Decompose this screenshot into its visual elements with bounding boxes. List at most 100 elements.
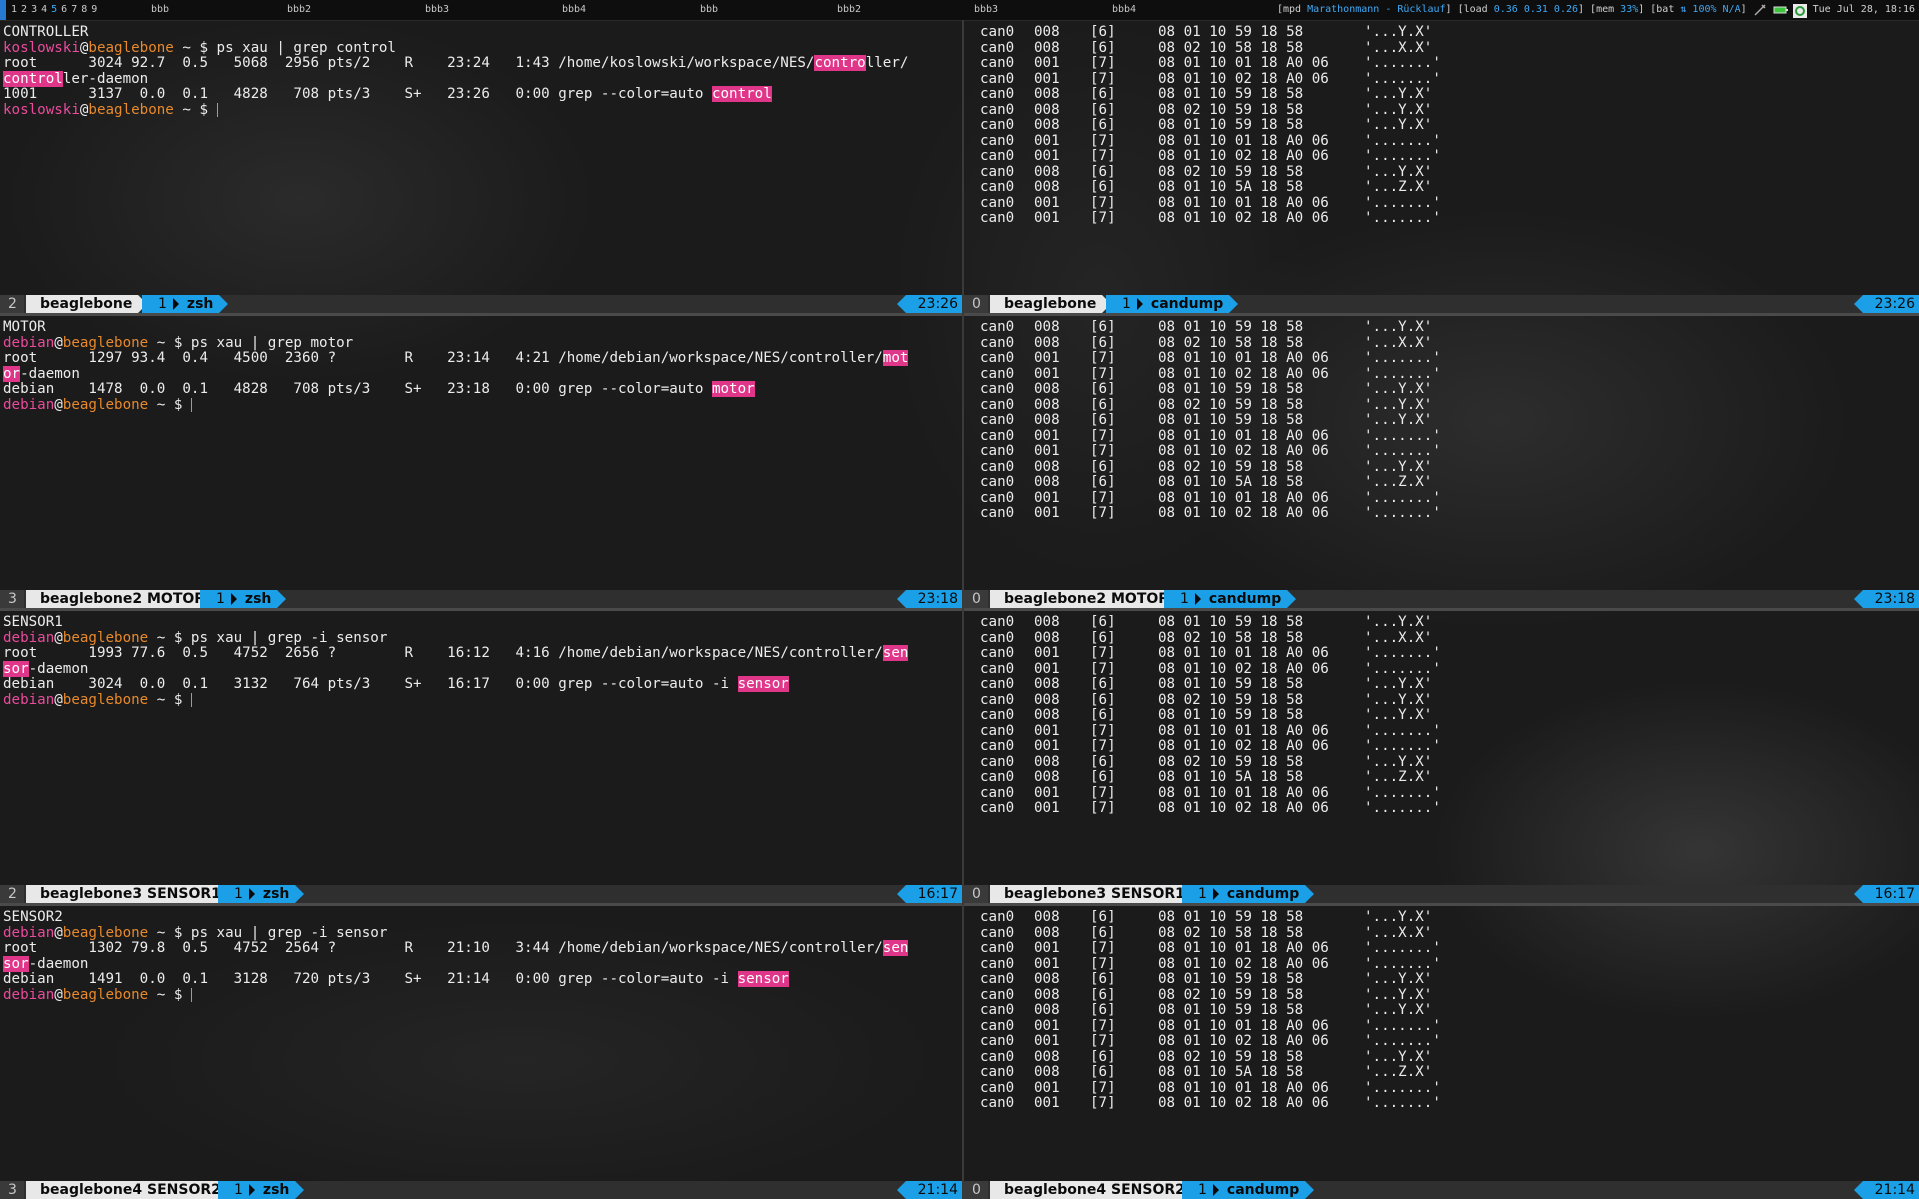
active-output-marker [0,0,6,20]
tmux-window-tab[interactable]: 1 candump [1182,1181,1315,1199]
terminal-pane-motor-candump[interactable]: can0 008 [6] 08 01 10 59 18 58 '...Y.X' can0 0… [964,316,1919,608]
can-data: 08 01 10 59 18 58 [1158,971,1304,987]
window-title[interactable]: bbb3 [974,0,998,20]
can-interface: can0 [980,1017,1015,1034]
window-title[interactable]: bbb2 [837,0,861,20]
terminal-pane-motor-ps[interactable]: MOTOR debian@beaglebone ~ $ ps xau | grep… [0,316,962,608]
can-id: 001 [1034,489,1060,506]
tmux-window-name: zsh [262,886,290,902]
candump-row: can0 001 [7] 08 01 10 01 18 A0 06 '.......' [980,55,1916,72]
workspace-button[interactable]: 8 [79,0,89,20]
terminal-pane-sensor1-ps[interactable]: SENSOR1 debian@beaglebone ~ $ ps xau | gr… [0,611,962,903]
tmux-session-name[interactable]: beaglebone3 SENSOR1 [990,885,1200,903]
terminal-text: ~ $ ps xau | grep motor [148,334,354,351]
grep-match: or [3,365,21,382]
chevron-right-icon [230,593,237,605]
tmux-session-name[interactable]: beaglebone3 SENSOR1 [26,885,236,903]
can-data: 08 01 10 5A 18 58 [1158,1064,1304,1080]
tmux-window-tab[interactable]: 1 zsh [218,1181,305,1199]
tmux-window-index: 1 [234,886,243,902]
tmux-session-name[interactable]: beaglebone2 MOTOR [990,590,1185,608]
can-data: 08 01 10 59 18 58 [1158,412,1304,428]
pane-divider[interactable] [0,313,1919,316]
can-interface: can0 [980,1002,1015,1018]
tmux-status-bar: 2 beaglebone3 SENSOR1 1 zsh 16:17 [0,885,962,903]
can-id: 001 [1034,210,1060,226]
can-id: 008 [1034,24,1060,40]
workspace-button[interactable]: 1 [9,0,19,20]
tmux-session-name[interactable]: beaglebone [26,295,148,313]
can-interface: can0 [980,1064,1015,1080]
window-title[interactable]: bbb [151,0,169,20]
can-data: 08 01 10 02 18 A0 06 [1158,70,1329,87]
can-interface: can0 [980,676,1015,692]
battery-icon[interactable] [1773,4,1788,16]
window-title[interactable]: bbb4 [562,0,586,20]
terminal-pane-sensor2-candump[interactable]: can0 008 [6] 08 01 10 59 18 58 '...Y.X' can0 0… [964,906,1919,1199]
can-interface: can0 [980,194,1015,211]
tmux-window-tab[interactable]: 1 candump [1106,295,1239,313]
window-title[interactable]: bbb [700,0,718,20]
can-data: 08 02 10 59 18 58 [1158,691,1304,708]
mem-value: 33% [1620,4,1639,15]
tmux-session-name[interactable]: beaglebone4 SENSOR2 [990,1181,1200,1199]
terminal-text: CONTROLLER [3,24,89,40]
pane-divider[interactable] [0,608,1919,611]
can-id: 008 [1034,1064,1060,1080]
can-interface: can0 [980,707,1015,723]
tmux-window-tab[interactable]: 1 zsh [200,590,287,608]
pane-divider[interactable] [0,903,1919,906]
can-data: 08 01 10 5A 18 58 [1158,179,1304,195]
can-data: 08 01 10 59 18 58 [1158,676,1304,692]
can-dlc: [6] [1090,334,1116,351]
terminal-pane-sensor2-ps[interactable]: SENSOR2 debian@beaglebone ~ $ ps xau | gr… [0,906,962,1199]
terminal-pane-controller-candump[interactable]: can0 008 [6] 08 01 10 59 18 58 '...Y.X' can0 0… [964,21,1919,313]
workspace-button[interactable]: 6 [59,0,69,20]
tmux-session-name[interactable]: beaglebone [990,295,1112,313]
tmux-session-name[interactable]: beaglebone2 MOTOR [26,590,221,608]
tmux-window-tab[interactable]: 1 candump [1182,885,1315,903]
workspace-button[interactable]: 2 [19,0,29,20]
tmux-window-tab[interactable]: 1 zsh [218,885,305,903]
candump-row: can0 008 [6] 08 02 10 58 18 58 '...X.X' [980,925,1916,942]
can-ascii: '...Y.X' [1364,614,1433,630]
terminal-text: ~ $ ps xau | grep -i sensor [148,924,388,941]
tmux-window-index: 1 [1122,296,1131,312]
can-id: 008 [1034,412,1060,428]
candump-row: can0 001 [7] 08 01 10 02 18 A0 06 '.......' [980,148,1916,165]
workspace-button[interactable]: 9 [89,0,99,20]
tray-app-icon[interactable] [1792,4,1807,18]
tmux-window-tab[interactable]: 1 candump [1164,590,1297,608]
window-title[interactable]: bbb3 [425,0,449,20]
window-title[interactable]: bbb2 [287,0,311,20]
workspace-button[interactable]: 3 [29,0,39,20]
can-interface: can0 [980,940,1015,956]
can-dlc: [7] [1090,645,1116,661]
workspace-button[interactable]: 5 [49,0,59,20]
can-interface: can0 [980,350,1015,366]
window-title[interactable]: bbb4 [1112,0,1136,20]
can-data: 08 01 10 02 18 A0 06 [1158,210,1329,226]
can-dlc: [6] [1090,396,1116,413]
prompt-host: beaglebone [62,691,149,708]
terminal-pane-sensor1-candump[interactable]: can0 008 [6] 08 01 10 59 18 58 '...Y.X' can0 0… [964,611,1919,903]
workspace-button[interactable]: 7 [69,0,79,20]
can-dlc: [6] [1090,163,1116,180]
can-ascii: '.......' [1364,645,1441,661]
can-interface: can0 [980,163,1015,180]
mem-label: [mem [1590,4,1615,15]
can-data: 08 01 10 02 18 A0 06 [1158,365,1329,382]
can-interface: can0 [980,86,1015,102]
can-dlc: [6] [1090,769,1116,785]
tmux-session-name[interactable]: beaglebone4 SENSOR2 [26,1181,236,1199]
pane-divider-vertical[interactable] [962,20,964,1199]
workspace-button[interactable]: 4 [39,0,49,20]
can-ascii: '...Y.X' [1364,412,1433,428]
can-id: 008 [1034,179,1060,195]
can-id: 001 [1034,784,1060,801]
can-ascii: '.......' [1364,660,1441,677]
network-icon[interactable] [1753,4,1767,16]
terminal-pane-controller-ps[interactable]: CONTROLLER koslowski@beaglebone ~ $ ps xa… [0,21,962,313]
tmux-window-tab[interactable]: 1 zsh [142,295,229,313]
can-ascii: '.......' [1364,427,1441,444]
